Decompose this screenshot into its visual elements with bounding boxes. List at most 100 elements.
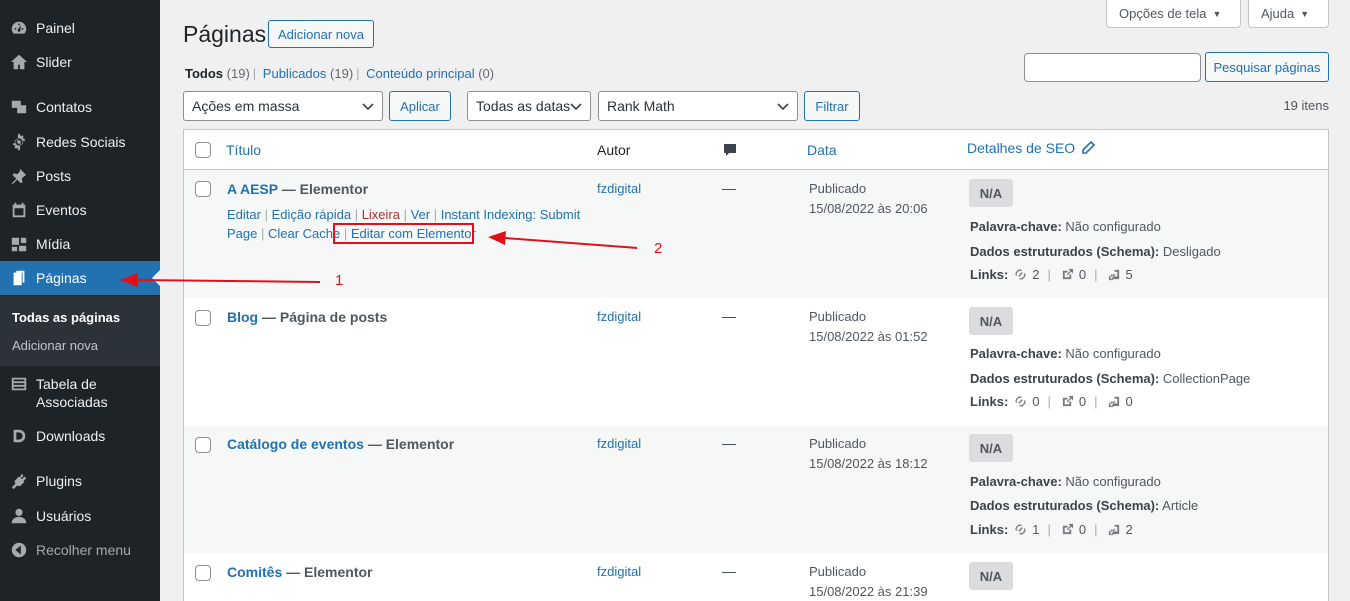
page-state: — Elementor <box>367 436 455 452</box>
bulk-actions-select[interactable]: Ações em massa <box>183 91 383 121</box>
menu-item-plugins[interactable]: Plugins <box>0 464 160 498</box>
menu-label: Eventos <box>36 202 87 218</box>
collapse-menu-button[interactable]: Recolher menu <box>0 533 160 567</box>
edit-link[interactable]: Editar <box>227 207 261 222</box>
screen-options-label: Opções de tela <box>1119 6 1207 21</box>
table-header: Título Autor Data Detalhes de SEO <box>184 130 1328 170</box>
table-row: Blog — Página de posts fzdigital — Publi… <box>184 298 1328 426</box>
comments-count: — <box>722 563 736 579</box>
row-checkbox[interactable] <box>195 310 211 326</box>
menu-label: Mídia <box>36 236 71 252</box>
submenu-adicionar-nova[interactable]: Adicionar nova <box>12 338 98 353</box>
menu-item-usuarios[interactable]: Usuários <box>0 499 160 533</box>
author-link[interactable]: fzdigital <box>597 564 641 579</box>
comments-count: — <box>722 308 736 324</box>
bulk-actions-value: Ações em massa <box>192 98 300 114</box>
row-checkbox[interactable] <box>195 565 211 581</box>
screen-options-button[interactable]: Opções de tela ▼ <box>1106 0 1241 28</box>
seo-score-badge: N/A <box>969 434 1013 462</box>
menu-label: Contatos <box>36 99 93 115</box>
pencil-icon <box>1082 141 1096 154</box>
seo-links: Links: 0 | 0 | 0 <box>970 394 1133 409</box>
menu-item-paginas[interactable]: Páginas <box>0 261 160 295</box>
add-new-page-button[interactable]: Adicionar nova <box>268 20 374 48</box>
column-seo[interactable]: Detalhes de SEO <box>967 140 1096 156</box>
clear-cache-link[interactable]: Clear Cache <box>268 226 340 241</box>
view-todos[interactable]: Todos <box>185 66 223 81</box>
page-title-link[interactable]: Catálogo de eventos <box>227 436 364 452</box>
menu-item-painel[interactable]: Painel <box>0 11 160 45</box>
publish-status: Publicado <box>809 181 867 196</box>
view-publicados[interactable]: Publicados <box>263 66 327 81</box>
seo-score-badge: N/A <box>969 179 1013 207</box>
author-link[interactable]: fzdigital <box>597 436 641 451</box>
quick-edit-link[interactable]: Edição rápida <box>272 207 352 222</box>
menu-item-posts[interactable]: Posts <box>0 159 160 193</box>
search-input[interactable] <box>1024 53 1201 82</box>
menu-label: Plugins <box>36 473 82 489</box>
row-title: Blog — Página de posts <box>227 309 387 325</box>
author-link[interactable]: fzdigital <box>597 309 641 324</box>
page-title-link[interactable]: Comitês <box>227 564 282 580</box>
date-cell: Publicado 15/08/2022 às 01:52 <box>809 307 928 347</box>
menu-item-midia[interactable]: Mídia <box>0 227 160 261</box>
menu-label: Redes Sociais <box>36 134 126 150</box>
menu-item-eventos[interactable]: Eventos <box>0 193 160 227</box>
apply-button[interactable]: Aplicar <box>389 91 451 121</box>
select-all-checkbox[interactable] <box>195 142 211 158</box>
date-cell: Publicado 15/08/2022 às 18:12 <box>809 434 928 474</box>
menu-item-redes-sociais[interactable]: Redes Sociais <box>0 125 160 159</box>
help-button[interactable]: Ajuda ▼ <box>1248 0 1329 28</box>
seo-links: Links: 1 | 0 | 2 <box>970 522 1133 537</box>
publish-status: Publicado <box>809 564 867 579</box>
publish-date: 15/08/2022 às 20:06 <box>809 201 928 216</box>
row-title: Comitês — Elementor <box>227 564 372 580</box>
search-pages-button[interactable]: Pesquisar páginas <box>1205 52 1329 82</box>
chevron-down-icon <box>777 103 789 111</box>
row-checkbox[interactable] <box>195 181 211 197</box>
submenu-todas-paginas[interactable]: Todas as páginas <box>12 310 120 325</box>
column-date[interactable]: Data <box>807 142 837 158</box>
seo-schema: Dados estruturados (Schema): Article <box>970 498 1199 513</box>
author-link[interactable]: fzdigital <box>597 181 641 196</box>
comment-icon <box>722 142 738 161</box>
menu-item-contatos[interactable]: Contatos <box>0 90 160 124</box>
admin-sidebar: Painel Slider Contatos Redes Sociais Pos… <box>0 0 160 601</box>
page-title-link[interactable]: A AESP <box>227 181 278 197</box>
row-checkbox[interactable] <box>195 437 211 453</box>
publish-date: 15/08/2022 às 01:52 <box>809 329 928 344</box>
contacts-icon <box>10 98 28 116</box>
menu-label: Slider <box>36 54 72 70</box>
menu-label: Posts <box>36 168 72 184</box>
seo-score-badge: N/A <box>969 562 1013 590</box>
page-state: — Elementor <box>286 564 373 580</box>
caret-down-icon: ▼ <box>1300 8 1310 19</box>
external-link-icon <box>1062 395 1073 407</box>
view-conteudo-principal[interactable]: Conteúdo principal <box>366 66 474 81</box>
dates-select[interactable]: Todas as datas <box>467 91 591 121</box>
publish-status: Publicado <box>809 309 867 324</box>
column-title[interactable]: Título <box>226 142 261 158</box>
menu-label: Páginas <box>36 270 87 286</box>
seo-score-badge: N/A <box>969 307 1013 335</box>
page-state: — Elementor <box>281 181 369 197</box>
seo-schema: Dados estruturados (Schema): Desligado <box>970 244 1221 259</box>
page-title-link[interactable]: Blog <box>227 309 258 325</box>
seo-filter-select[interactable]: Rank Math <box>598 91 798 121</box>
internal-link-icon <box>1015 524 1026 535</box>
pages-table: Título Autor Data Detalhes de SEO A AESP… <box>183 129 1329 601</box>
menu-item-slider[interactable]: Slider <box>0 45 160 79</box>
internal-link-icon <box>1015 269 1026 280</box>
incoming-link-icon <box>1108 524 1119 536</box>
publish-date: 15/08/2022 às 18:12 <box>809 456 928 471</box>
chevron-down-icon <box>570 103 582 111</box>
date-cell: Publicado 15/08/2022 às 20:06 <box>809 179 928 219</box>
date-cell: Publicado 15/08/2022 às 21:39 <box>809 562 928 601</box>
dates-value: Todas as datas <box>476 98 571 114</box>
menu-item-tabela-associadas[interactable]: Tabela de Associadas <box>0 370 160 414</box>
filter-button[interactable]: Filtrar <box>804 91 860 121</box>
view-count: (19) <box>226 66 250 81</box>
menu-item-downloads[interactable]: Downloads <box>0 419 160 453</box>
trash-link[interactable]: Lixeira <box>362 207 400 222</box>
view-link[interactable]: Ver <box>411 207 431 222</box>
